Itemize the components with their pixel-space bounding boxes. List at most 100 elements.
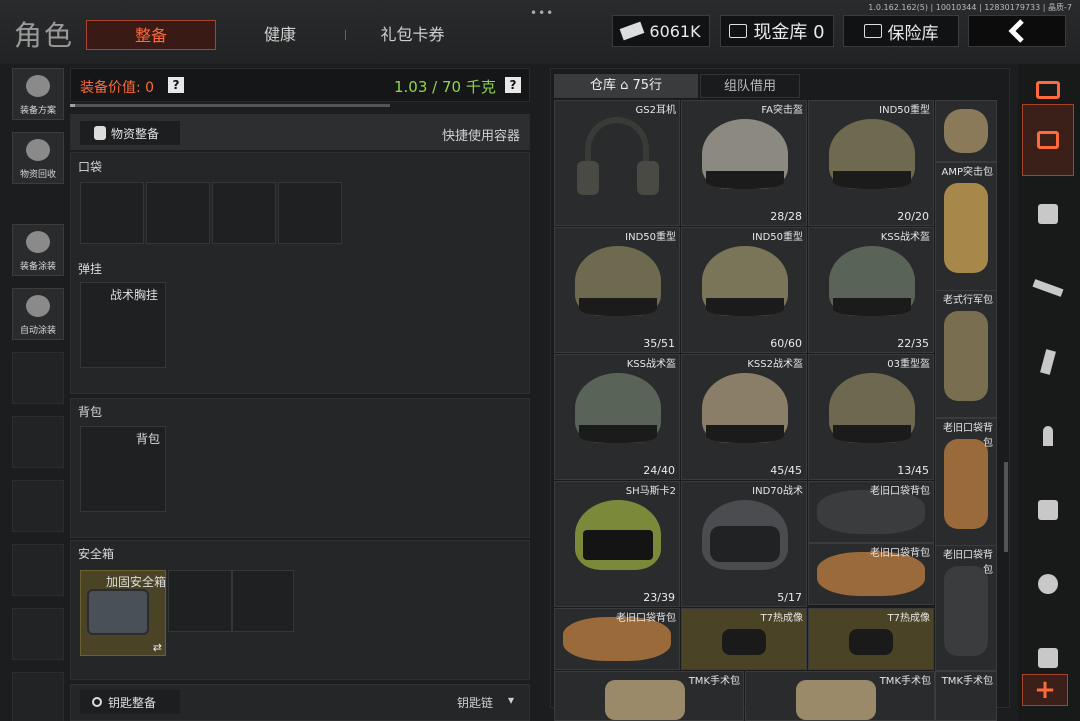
tab-warehouse[interactable]: 仓库 ⌂ 75行 [554, 74, 698, 98]
category-armor[interactable] [1022, 188, 1074, 240]
item-durability: 22/35 [897, 337, 929, 350]
swap-icon[interactable]: ⇄ [153, 641, 162, 654]
empty-slot [12, 416, 64, 468]
thermal-scope-icon [849, 629, 893, 655]
item-cell[interactable]: 老旧口袋背包 [554, 608, 680, 670]
weight-bar [70, 104, 390, 107]
loadout-plan-button[interactable]: 装备方案 [12, 68, 64, 120]
item-cell[interactable]: GS2耳机 [554, 100, 680, 226]
tab-gift-cards[interactable]: 礼包卡券 [355, 20, 470, 50]
home-icon: ⌂ [620, 78, 629, 93]
item-name: TMK手术包 [879, 676, 931, 687]
safebox-grid-cell[interactable] [168, 570, 232, 632]
item-cell[interactable]: 老旧口袋背包 [935, 545, 997, 671]
safebox-case-icon [87, 589, 149, 635]
item-name: SH马斯卡2 [625, 486, 676, 497]
loadout-icon [26, 75, 50, 97]
layers-refresh-icon [1036, 81, 1060, 99]
item-name: 老旧口袋背包 [870, 548, 930, 559]
supplies-button[interactable]: 物资整备 [80, 121, 180, 145]
inventory-scrollbar[interactable] [1004, 462, 1008, 552]
recycle-button[interactable]: 物资回收 [12, 132, 64, 184]
item-cell[interactable]: IND50重型 60/60 [681, 227, 807, 353]
item-cell[interactable]: FA突击盔 28/28 [681, 100, 807, 226]
category-medical[interactable] [1022, 558, 1074, 610]
item-cell[interactable]: TMK手术包 [935, 671, 997, 721]
money-display[interactable]: 6061K [612, 15, 710, 47]
item-cell[interactable]: 老旧口袋背包 [808, 543, 934, 605]
insurance-button[interactable]: 保险库 [843, 15, 959, 47]
attachment-icon [1038, 500, 1058, 520]
item-durability: 28/28 [770, 210, 802, 223]
item-cell[interactable]: SH马斯卡2 23/39 [554, 481, 680, 607]
item-name: AMP突击包 [941, 167, 994, 178]
item-name: 老旧口袋背包 [870, 486, 930, 497]
item-name: TMK手术包 [941, 676, 993, 687]
item-durability: 35/51 [643, 337, 675, 350]
item-cell[interactable]: TMK手术包 [745, 671, 935, 721]
item-cell[interactable]: TMK手术包 [554, 671, 744, 721]
tab-team-borrow[interactable]: 组队借用 [700, 74, 800, 98]
help-icon[interactable]: ? [168, 77, 184, 93]
item-durability: 13/45 [897, 464, 929, 477]
item-cell[interactable]: 老旧口袋背包 [808, 481, 934, 543]
brush-icon [26, 295, 50, 317]
empty-slot [12, 608, 64, 660]
chevron-down-icon[interactable]: ▾ [508, 693, 514, 707]
item-cell[interactable]: T7热成像 [808, 608, 934, 670]
item-durability: 23/39 [643, 591, 675, 604]
visor-icon [583, 530, 653, 560]
cash-vault-button[interactable]: 现金库 0 [720, 15, 834, 47]
rifle-icon [1032, 279, 1064, 297]
item-cell[interactable] [935, 100, 997, 162]
helmet-brim [706, 298, 784, 316]
category-magazine[interactable] [1022, 336, 1074, 388]
item-durability: 45/45 [770, 464, 802, 477]
item-durability: 60/60 [770, 337, 802, 350]
back-button[interactable] [968, 15, 1066, 47]
add-button[interactable]: + [1022, 674, 1068, 706]
item-cell[interactable]: IND50重型 20/20 [808, 100, 934, 226]
page-title: 角色 [14, 19, 75, 52]
item-cell[interactable]: IND70战术 5/17 [681, 481, 807, 607]
tab-gear[interactable]: 整备 [86, 20, 216, 50]
pocket-slot[interactable] [278, 182, 342, 244]
earcup-icon [637, 161, 659, 195]
skin-button[interactable]: 装备涂装 [12, 224, 64, 276]
item-name: KSS2战术盔 [747, 359, 803, 370]
key-chain-label: 钥匙链 [457, 696, 494, 710]
category-all[interactable] [1022, 104, 1074, 176]
auto-skin-button[interactable]: 自动涂装 [12, 288, 64, 340]
item-cell[interactable]: KSS战术盔 22/35 [808, 227, 934, 353]
thermal-scope-icon [722, 629, 766, 655]
key-button[interactable]: 钥匙整备 [80, 690, 180, 714]
helmet-brim [706, 425, 784, 443]
item-cell[interactable]: KSS战术盔 24/40 [554, 354, 680, 480]
key-icon [92, 697, 102, 707]
more-icon[interactable]: ••• [530, 6, 554, 20]
item-cell[interactable]: 老旧口袋背包 [935, 418, 997, 546]
pocket-slot[interactable] [212, 182, 276, 244]
help-icon[interactable]: ? [505, 77, 521, 93]
quick-use-link[interactable]: 快捷使用容器 [442, 125, 520, 144]
item-name: TMK手术包 [688, 676, 740, 687]
item-cell[interactable]: KSS2战术盔 45/45 [681, 354, 807, 480]
item-cell[interactable]: IND50重型 35/51 [554, 227, 680, 353]
helmet-brim [833, 425, 911, 443]
category-weapon[interactable] [1022, 262, 1074, 314]
item-cell[interactable]: 老式行军包 [935, 290, 997, 418]
pocket-slot[interactable] [80, 182, 144, 244]
safebox-grid-cell[interactable] [232, 570, 294, 632]
category-ammo[interactable] [1022, 410, 1074, 462]
pocket-slot[interactable] [146, 182, 210, 244]
equipment-value: 装备价值: 0 [80, 80, 155, 96]
item-cell[interactable]: 03重型盔 13/45 [808, 354, 934, 480]
ammo-icon [1043, 426, 1053, 446]
item-cell[interactable]: T7热成像 [681, 608, 807, 670]
safebox-label: 安全箱 [78, 547, 115, 561]
tab-health[interactable]: 健康 [225, 20, 335, 50]
category-attachment[interactable] [1022, 484, 1074, 536]
safebox-slot-label: 加固安全箱 [106, 575, 167, 589]
money-amount: 6061K [649, 21, 701, 41]
vest-icon [1038, 204, 1058, 224]
